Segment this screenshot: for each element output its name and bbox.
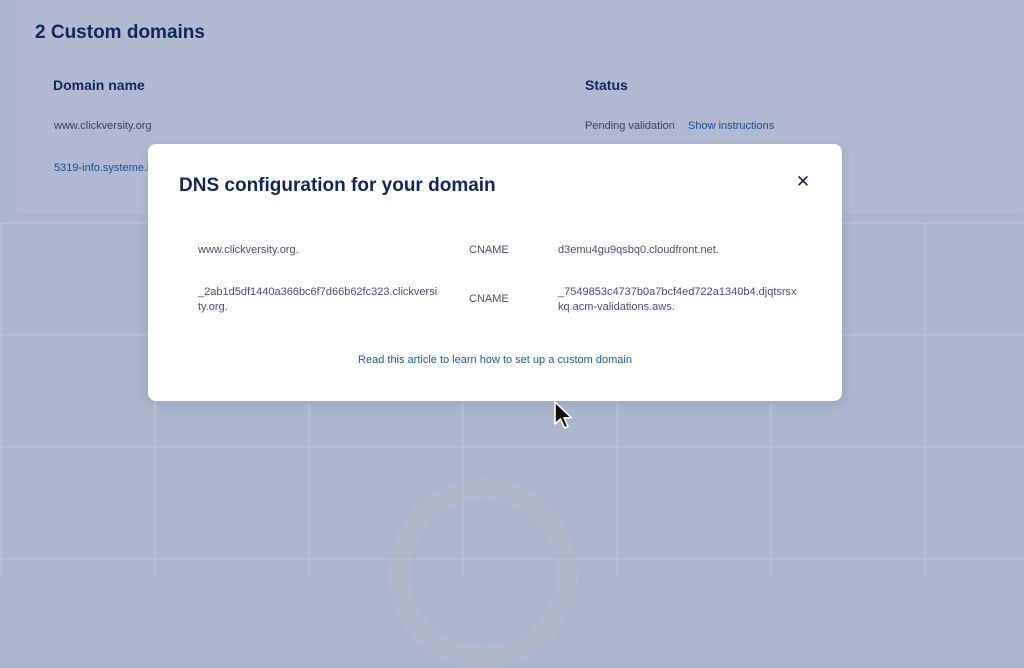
domain-name-cell: www.clickversity.org: [54, 120, 152, 132]
dns-record-value: _7549853c4737b0a7bcf4ed722a1340b4.djqtsr…: [558, 286, 797, 313]
show-instructions-link[interactable]: Show instructions: [688, 120, 774, 132]
background-decoration: [388, 478, 578, 668]
mouse-pointer-icon: [554, 401, 573, 429]
dns-record-host: www.clickversity.org.: [198, 244, 299, 256]
dns-record-host: _2ab1d5df1440a366bc6f7d66b62fc323.clickv…: [198, 286, 438, 313]
status-cell: Pending validation: [585, 120, 675, 132]
column-header-domain: Domain name: [53, 77, 145, 93]
dns-record-type: CNAME: [469, 293, 509, 305]
domain-name-link[interactable]: 5319-info.systeme.i: [54, 162, 149, 174]
dns-configuration-modal: DNS configuration for your domain ✕ www.…: [148, 144, 842, 401]
dns-record-value: d3emu4gu9qsbq0.cloudfront.net.: [558, 244, 719, 256]
page-title: 2 Custom domains: [35, 22, 205, 43]
dns-record-type: CNAME: [469, 244, 509, 256]
modal-title: DNS configuration for your domain: [179, 175, 496, 196]
column-header-status: Status: [585, 77, 628, 93]
close-icon[interactable]: ✕: [793, 172, 813, 192]
custom-domain-article-link[interactable]: Read this article to learn how to set up…: [148, 354, 842, 366]
